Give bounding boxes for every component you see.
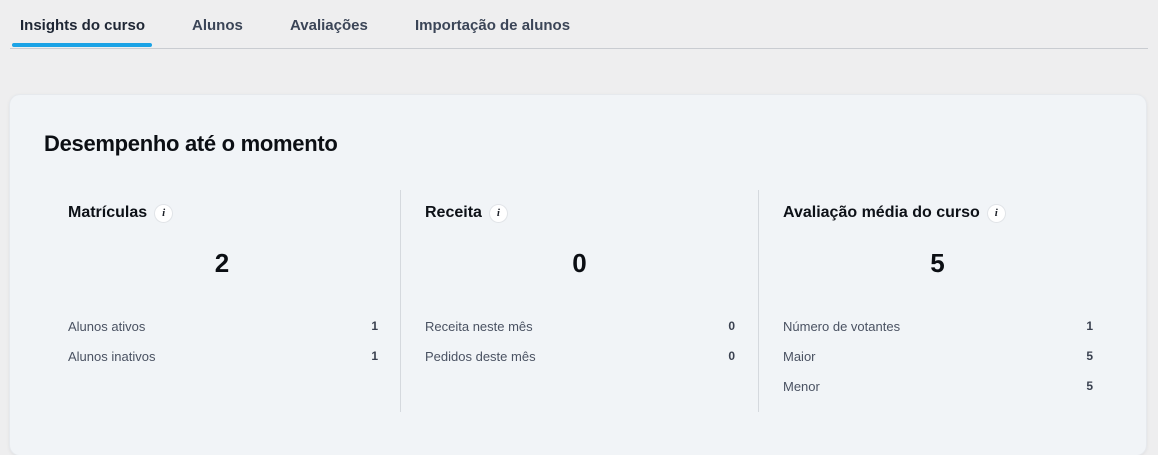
revenue-panel: Receita i 0 Receita neste mês 0 Pedidos … (400, 190, 758, 412)
stat-label: Pedidos deste mês (425, 349, 536, 364)
stat-row: Menor 5 (783, 379, 1093, 399)
enrollments-panel: Matrículas i 2 Alunos ativos 1 Alunos in… (44, 190, 401, 412)
info-icon[interactable]: i (155, 204, 173, 222)
revenue-value: 0 (572, 248, 587, 278)
stat-label: Alunos ativos (68, 319, 146, 334)
stat-label: Alunos inativos (68, 349, 156, 364)
tab-bar: Insights do curso Alunos Avaliações Impo… (10, 0, 1148, 49)
enrollments-value: 2 (214, 248, 230, 278)
stat-row: Receita neste mês 0 (425, 319, 735, 339)
rating-value: 5 (930, 248, 945, 278)
stat-value: 5 (1086, 379, 1093, 393)
tab-importacao-de-alunos[interactable]: Importação de alunos (415, 17, 570, 34)
stat-value: 1 (371, 319, 378, 333)
revenue-title: Receita (425, 204, 482, 221)
rating-title: Avaliação média do curso (783, 204, 980, 221)
stat-value: 0 (728, 349, 735, 363)
revenue-header: Receita i (425, 204, 507, 222)
tab-insights-do-curso[interactable]: Insights do curso (20, 17, 145, 34)
tab-alunos[interactable]: Alunos (192, 17, 243, 34)
tab-avaliacoes[interactable]: Avaliações (290, 17, 368, 34)
stat-value: 1 (1086, 319, 1093, 333)
stat-label: Maior (783, 349, 816, 364)
stat-row: Alunos inativos 1 (68, 349, 378, 369)
stat-value: 1 (371, 349, 378, 363)
stat-row: Alunos ativos 1 (68, 319, 378, 339)
stat-label: Receita neste mês (425, 319, 533, 334)
stat-label: Menor (783, 379, 820, 394)
rating-header: Avaliação média do curso i (783, 204, 1005, 222)
info-icon[interactable]: i (489, 204, 507, 222)
info-icon[interactable]: i (987, 204, 1005, 222)
enrollments-title: Matrículas (68, 204, 148, 221)
active-tab-indicator (12, 43, 152, 47)
stat-value: 0 (728, 319, 735, 333)
stat-row: Número de votantes 1 (783, 319, 1093, 339)
stat-row: Pedidos deste mês 0 (425, 349, 735, 369)
rating-panel: Avaliação média do curso i 5 Número de v… (758, 190, 1116, 412)
card-title: Desempenho até o momento (44, 131, 338, 156)
stat-row: Maior 5 (783, 349, 1093, 369)
stat-value: 5 (1086, 349, 1093, 363)
enrollments-header: Matrículas i (68, 204, 173, 222)
stat-label: Número de votantes (783, 319, 901, 334)
performance-card: Desempenho até o momento Matrículas i 2 … (10, 95, 1146, 455)
